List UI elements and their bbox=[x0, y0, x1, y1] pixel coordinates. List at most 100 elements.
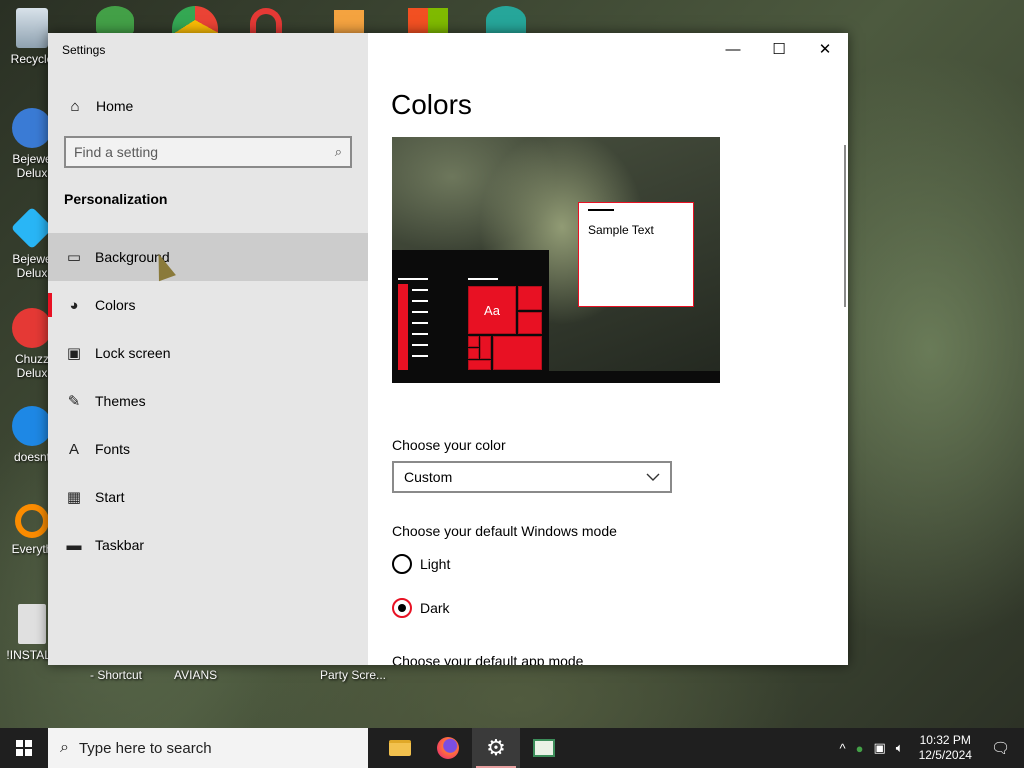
lock-screen-icon: ▣ bbox=[66, 345, 82, 362]
network-icon[interactable]: ▣ bbox=[873, 740, 885, 756]
chuzzle-icon bbox=[12, 308, 52, 348]
preview-tile bbox=[480, 336, 491, 359]
themes-icon: ✎ bbox=[67, 393, 81, 410]
preview-tile bbox=[518, 286, 542, 310]
sidebar: Settings ⌂ Home ⌕ Personalization ▭ Back… bbox=[48, 33, 368, 665]
preview-menu-lines bbox=[412, 278, 428, 366]
preview-tile-aa: Aa bbox=[468, 286, 516, 334]
sidebar-item-label: Themes bbox=[95, 393, 146, 409]
search-icon: ⌕ bbox=[60, 739, 69, 756]
choose-color-dropdown[interactable]: Custom bbox=[392, 461, 672, 493]
radio-circle bbox=[392, 554, 412, 574]
clock-date: 12/5/2024 bbox=[918, 748, 972, 762]
preview-window-bar bbox=[588, 209, 614, 211]
sidebar-item-label: Taskbar bbox=[95, 537, 145, 553]
preview-accent-rail bbox=[398, 284, 408, 370]
desktop-icon-windows-store[interactable] bbox=[408, 8, 448, 34]
desktop-icon-installer[interactable] bbox=[334, 10, 364, 34]
desktop-icon-people[interactable] bbox=[96, 6, 134, 34]
desktop-icon-character[interactable] bbox=[486, 6, 526, 34]
window-title: Settings bbox=[62, 43, 106, 57]
shortcut-app-icon bbox=[12, 406, 52, 446]
desktop-label-shortcut[interactable]: - Shortcut bbox=[90, 668, 142, 682]
windows-mode-label: Choose your default Windows mode bbox=[392, 523, 617, 539]
content-scrollbar[interactable] bbox=[844, 145, 846, 307]
preview-tile bbox=[493, 336, 542, 370]
bejeweled-gem-icon bbox=[10, 206, 54, 250]
preview-tiles: Aa bbox=[468, 286, 543, 371]
desktop-icon-label: Recycle bbox=[10, 52, 54, 66]
taskbar: ⌕ Type here to search ⚙ ^ ● ▣ 🔈︎ 10:32 P… bbox=[0, 728, 1024, 768]
settings-window: Settings ⌂ Home ⌕ Personalization ▭ Back… bbox=[48, 33, 848, 665]
notifications-icon[interactable]: 🗨︎ bbox=[991, 739, 1010, 757]
choose-color-label: Choose your color bbox=[392, 437, 506, 453]
app-window-icon bbox=[533, 739, 555, 757]
home-icon: ⌂ bbox=[70, 97, 80, 115]
preview-start-menu: Aa bbox=[392, 250, 549, 371]
sidebar-item-background[interactable]: ▭ Background bbox=[48, 233, 368, 281]
preview-tile bbox=[518, 312, 542, 334]
chevron-up-icon[interactable]: ^ bbox=[839, 741, 845, 756]
radio-label: Light bbox=[420, 556, 451, 572]
radio-dark-mode[interactable]: Dark bbox=[392, 598, 450, 618]
sidebar-item-taskbar[interactable]: ▬ Taskbar bbox=[48, 521, 368, 569]
app-mode-label: Choose your default app mode bbox=[392, 653, 584, 665]
taskbar-app-file-explorer[interactable] bbox=[376, 728, 424, 768]
people-tray-icon[interactable]: ● bbox=[856, 741, 864, 756]
recycle-bin-icon bbox=[16, 8, 48, 48]
system-tray: ^ ● ▣ 🔈︎ 10:32 PM 12/5/2024 🗨︎ bbox=[834, 728, 1024, 768]
preview-window: Sample Text bbox=[578, 202, 694, 307]
sidebar-item-label: Lock screen bbox=[95, 345, 171, 361]
windows-logo-icon bbox=[16, 740, 32, 756]
search-icon: ⌕ bbox=[334, 144, 342, 159]
taskbar-app-window[interactable] bbox=[520, 728, 568, 768]
desktop-label-party-screen[interactable]: Party Scre... bbox=[320, 668, 386, 682]
search-input[interactable] bbox=[74, 144, 335, 160]
radio-label: Dark bbox=[420, 600, 450, 616]
taskbar-app-firefox[interactable] bbox=[424, 728, 472, 768]
sidebar-item-themes[interactable]: ✎ Themes bbox=[48, 377, 368, 425]
taskbar-icon: ▬ bbox=[66, 536, 82, 554]
find-setting-search-box[interactable]: ⌕ bbox=[64, 136, 352, 168]
taskbar-app-settings[interactable]: ⚙ bbox=[472, 728, 520, 768]
palette-icon: ◕ bbox=[69, 296, 79, 314]
sidebar-item-label: Home bbox=[96, 98, 134, 114]
start-icon: ▦ bbox=[66, 489, 82, 506]
preview-tile bbox=[468, 348, 479, 359]
sidebar-item-label: Colors bbox=[95, 297, 136, 313]
preview-sample-text: Sample Text bbox=[588, 223, 654, 237]
preview-tile bbox=[468, 360, 491, 370]
colors-page: Colors Aa Sample Text Choose your color … bbox=[368, 33, 848, 665]
preview-tile bbox=[468, 336, 479, 347]
desktop-icon-label: doesnt bbox=[13, 450, 51, 464]
color-preview: Aa Sample Text bbox=[392, 137, 720, 383]
folder-icon bbox=[389, 740, 411, 756]
sidebar-item-home[interactable]: ⌂ Home bbox=[48, 89, 368, 123]
desktop-icon-app-ring[interactable] bbox=[250, 8, 282, 34]
sidebar-item-label: Fonts bbox=[95, 441, 131, 457]
preview-taskbar bbox=[392, 371, 720, 383]
desktop-label-avians[interactable]: AVIANS bbox=[174, 668, 217, 682]
image-icon: ▭ bbox=[66, 249, 82, 266]
volume-icon[interactable]: 🔈︎ bbox=[896, 740, 904, 756]
clock[interactable]: 10:32 PM 12/5/2024 bbox=[919, 733, 972, 763]
choose-color-value: Custom bbox=[404, 469, 453, 485]
fonts-icon: A bbox=[68, 440, 79, 458]
preview-bar bbox=[468, 278, 498, 280]
start-button[interactable] bbox=[0, 728, 48, 768]
radio-light-mode[interactable]: Light bbox=[392, 554, 450, 574]
sidebar-item-start[interactable]: ▦ Start bbox=[48, 473, 368, 521]
page-title: Colors bbox=[391, 89, 472, 120]
sidebar-item-label: Start bbox=[95, 489, 125, 505]
desktop-icon-chrome[interactable] bbox=[172, 6, 218, 34]
bejeweled-icon bbox=[12, 108, 52, 148]
document-icon bbox=[18, 604, 46, 644]
sidebar-item-fonts[interactable]: A Fonts bbox=[48, 425, 368, 473]
taskbar-apps: ⚙ bbox=[376, 728, 568, 768]
sidebar-item-colors[interactable]: ◕ Colors bbox=[48, 281, 368, 329]
taskbar-search-text: Type here to search bbox=[78, 739, 212, 757]
section-header-personalization: Personalization bbox=[64, 191, 168, 207]
sidebar-item-lock-screen[interactable]: ▣ Lock screen bbox=[48, 329, 368, 377]
taskbar-search-box[interactable]: ⌕ Type here to search bbox=[48, 728, 368, 768]
sidebar-nav-list: ▭ Background ◕ Colors ▣ Lock screen ✎ Th… bbox=[48, 233, 368, 569]
